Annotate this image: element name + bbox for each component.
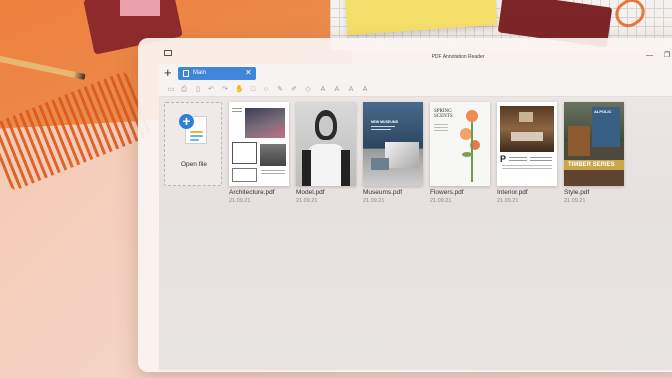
bookmark-icon[interactable]: ▯ <box>194 86 202 94</box>
tab-label: Main <box>193 70 207 76</box>
redo-icon[interactable]: ↷ <box>221 86 229 94</box>
open-file-label: Open file <box>180 161 208 168</box>
file-date: 21.09.21 <box>296 198 318 204</box>
file-date: 21.09.21 <box>363 198 385 204</box>
pdf-thumbnail-architecture <box>229 102 289 186</box>
eraser-icon[interactable]: ◇ <box>304 86 312 94</box>
minimize-button[interactable]: — <box>646 52 653 60</box>
file-date: 21.09.21 <box>430 198 452 204</box>
file-item[interactable]: ALPOLIC TIMBER SERIES Style.pdf 21.09.21 <box>564 102 626 212</box>
restore-button[interactable]: ❐ <box>664 52 670 60</box>
file-name: Museums.pdf <box>363 189 403 196</box>
plus-icon: + <box>179 114 194 129</box>
add-tab-button[interactable]: + <box>164 66 172 80</box>
text-style-icon[interactable]: A <box>347 86 355 94</box>
tab-main[interactable]: Main ✕ <box>178 67 256 80</box>
app-window: PDF Annotation Reader — ❐ + Main ✕ ▭ ⎙ ▯… <box>138 38 672 372</box>
file-date: 21.09.21 <box>229 198 251 204</box>
pdf-thumbnail-museums: NEW MUSEUMS <box>363 102 423 186</box>
file-date: 21.09.21 <box>564 198 586 204</box>
highlighter-icon[interactable]: ✐ <box>290 86 298 94</box>
background-pink-paper <box>120 0 160 16</box>
file-item[interactable]: Architecture.pdf 21.09.21 <box>229 102 291 212</box>
pdf-thumbnail-interior: P <box>497 102 557 186</box>
text-format-icon[interactable]: A <box>361 86 369 94</box>
file-date: 21.09.21 <box>497 198 519 204</box>
app-icon <box>164 50 172 56</box>
annotation-toolbar: ▭ ⎙ ▯ ↶ ↷ ✋ □ ○ ✎ ✐ ◇ A A A A <box>159 84 672 97</box>
file-name: Style.pdf <box>564 189 590 196</box>
rectangle-icon[interactable]: □ <box>249 86 257 94</box>
pdf-thumbnail-model <box>296 102 356 186</box>
hand-icon[interactable]: ✋ <box>235 86 244 94</box>
file-item[interactable]: NEW MUSEUMS Museums.pdf 21.09.21 <box>363 102 425 212</box>
text-icon[interactable]: A <box>319 86 327 94</box>
pdf-thumbnail-style: ALPOLIC TIMBER SERIES <box>564 102 624 186</box>
undo-icon[interactable]: ↶ <box>207 86 215 94</box>
print-icon[interactable]: ⎙ <box>180 86 188 94</box>
title-bar: PDF Annotation Reader — ❐ <box>138 38 672 62</box>
pen-icon[interactable]: ✎ <box>276 86 284 94</box>
file-item[interactable]: SPRING SCENTS Flowers.pdf 21.09.21 <box>430 102 492 212</box>
circle-icon[interactable]: ○ <box>262 86 270 94</box>
file-grid: + Open file Architecture.pdf 21.09.21 Mo… <box>159 98 672 370</box>
file-name: Architecture.pdf <box>229 189 275 196</box>
file-item[interactable]: P Interior.pdf 21.09.21 <box>497 102 559 212</box>
file-name: Model.pdf <box>296 189 325 196</box>
file-name: Interior.pdf <box>497 189 528 196</box>
home-icon <box>183 70 189 77</box>
app-surface: + Main ✕ ▭ ⎙ ▯ ↶ ↷ ✋ □ ○ ✎ ✐ ◇ A A A A +… <box>159 64 672 370</box>
close-tab-button[interactable]: ✕ <box>245 68 252 78</box>
tab-bar: + Main ✕ <box>159 64 672 84</box>
save-icon[interactable]: ▭ <box>167 86 175 94</box>
open-file-button[interactable]: + Open file <box>164 102 222 186</box>
window-title: PDF Annotation Reader <box>431 54 485 60</box>
text-size-icon[interactable]: A <box>333 86 341 94</box>
file-name: Flowers.pdf <box>430 189 464 196</box>
pdf-thumbnail-flowers: SPRING SCENTS <box>430 102 490 186</box>
file-item[interactable]: Model.pdf 21.09.21 <box>296 102 358 212</box>
